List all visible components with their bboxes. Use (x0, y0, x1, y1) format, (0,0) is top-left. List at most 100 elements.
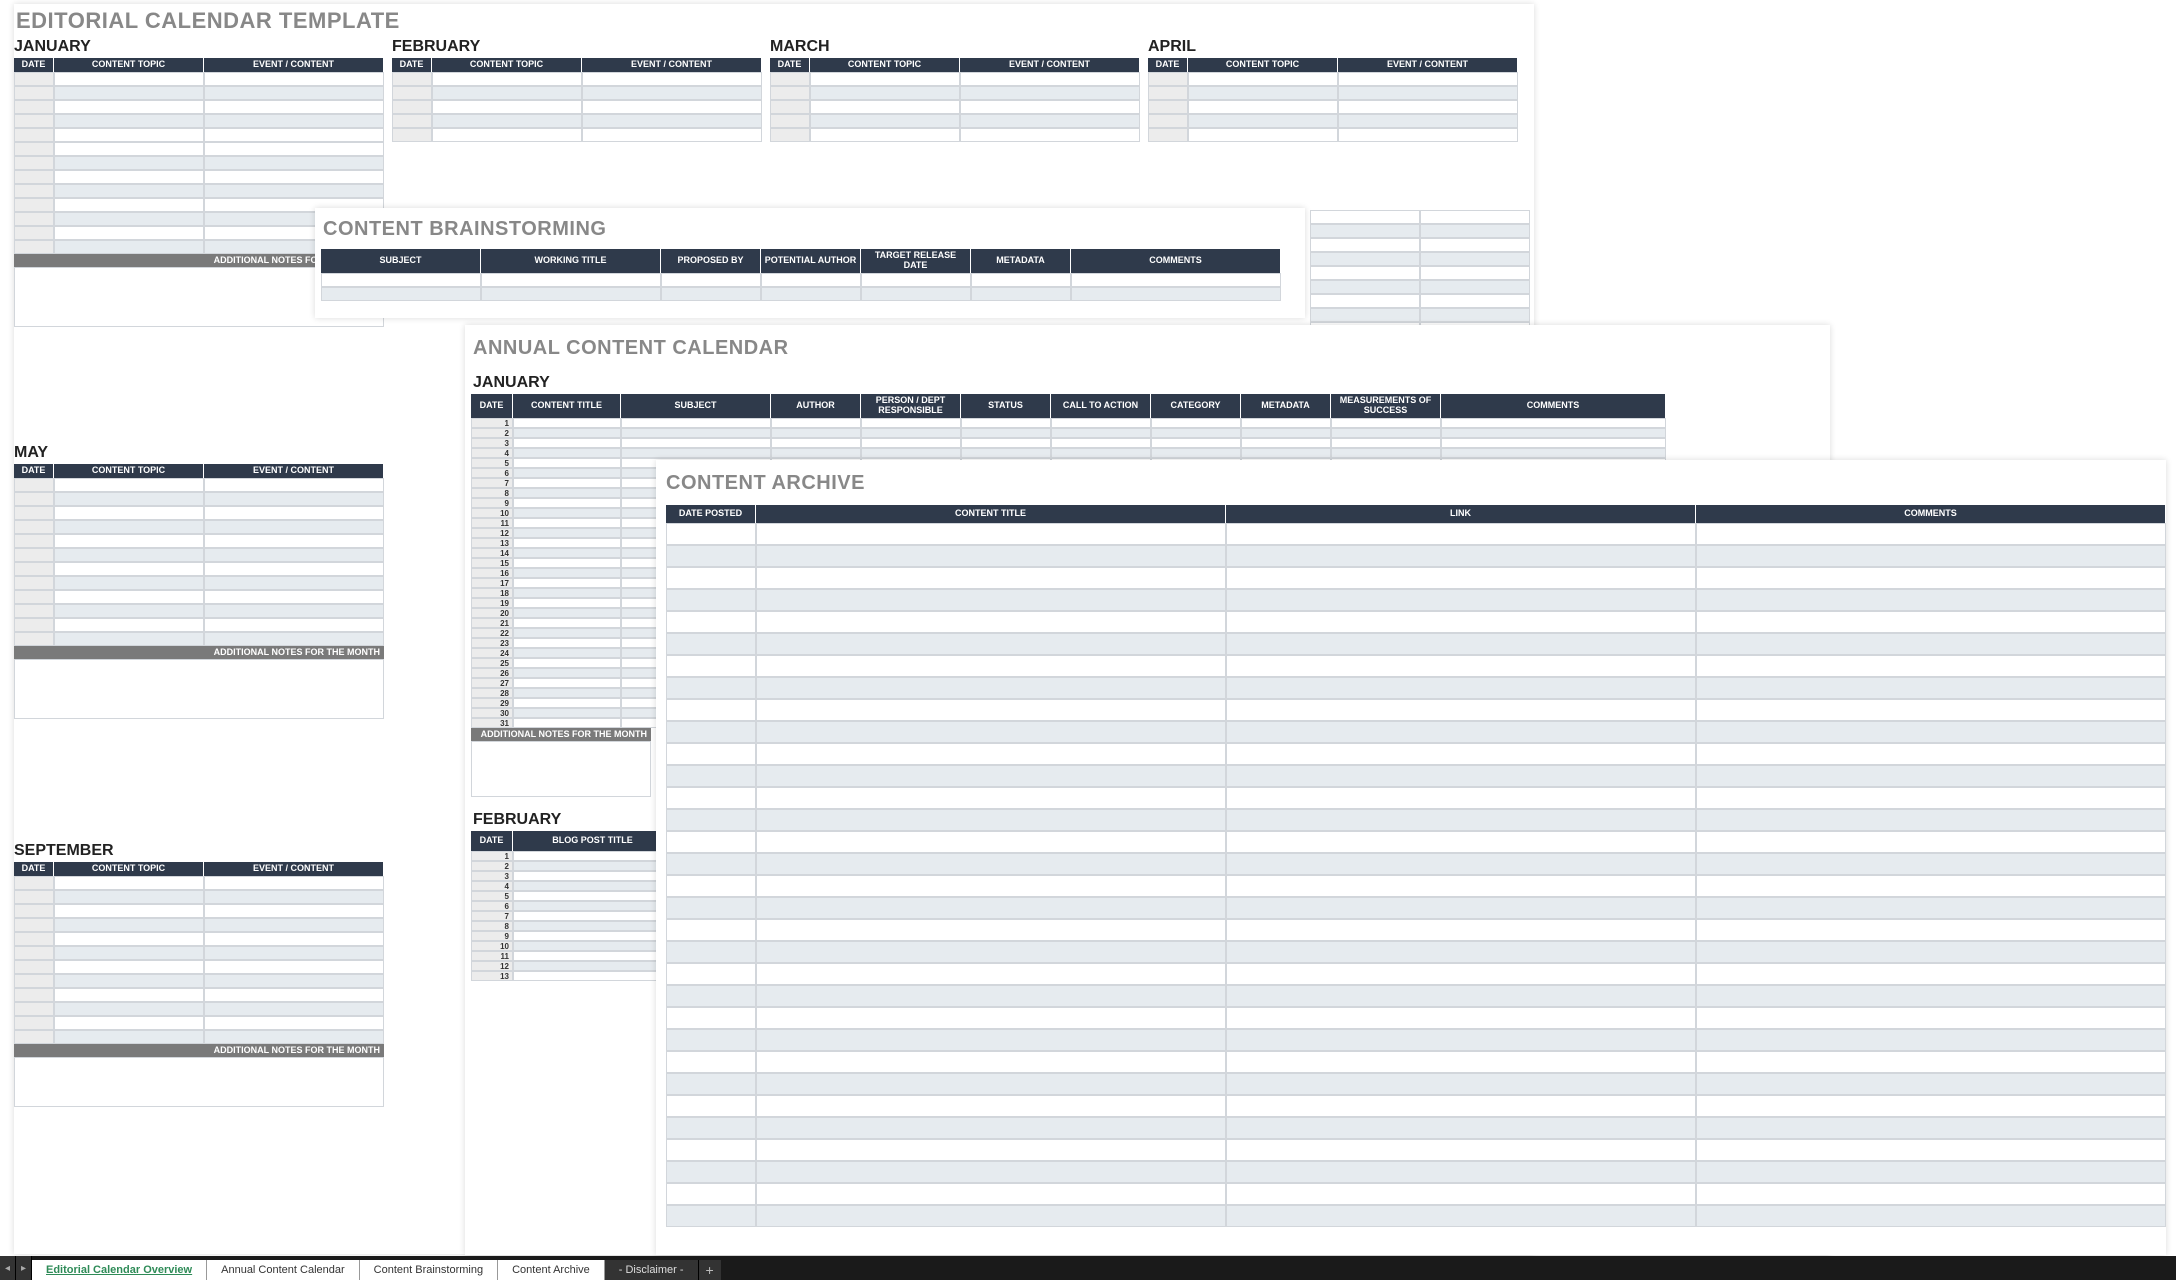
day-number[interactable]: 22 (471, 628, 513, 638)
day-number[interactable]: 30 (471, 708, 513, 718)
table-row[interactable] (14, 1030, 384, 1044)
topic-cell[interactable] (432, 86, 582, 100)
event-cell[interactable] (204, 142, 384, 156)
event-cell[interactable] (204, 520, 384, 534)
date-cell[interactable] (770, 114, 810, 128)
day-number[interactable]: 12 (471, 528, 513, 538)
table-row[interactable]: 2 (471, 428, 1830, 438)
table-row[interactable] (321, 273, 1305, 287)
table-row[interactable] (666, 875, 2166, 897)
date-cell[interactable] (14, 960, 54, 974)
table-row[interactable]: 4 (471, 448, 1830, 458)
topic-cell[interactable] (1188, 86, 1338, 100)
ar-cell[interactable] (666, 655, 756, 677)
topic-cell[interactable] (432, 72, 582, 86)
ar-cell[interactable] (666, 523, 756, 545)
ar-cell[interactable] (666, 765, 756, 787)
event-cell[interactable] (1310, 210, 1420, 224)
table-row[interactable] (14, 632, 384, 646)
day-number[interactable]: 26 (471, 668, 513, 678)
ac-cell[interactable] (513, 881, 673, 891)
ar-cell[interactable] (1226, 985, 1696, 1007)
date-cell[interactable] (14, 212, 54, 226)
ac-cell[interactable] (961, 448, 1051, 458)
topic-cell[interactable] (54, 184, 204, 198)
ac-cell[interactable] (771, 448, 861, 458)
date-cell[interactable] (392, 86, 432, 100)
day-number[interactable]: 19 (471, 598, 513, 608)
topic-cell[interactable] (1188, 72, 1338, 86)
table-row[interactable] (666, 765, 2166, 787)
ar-cell[interactable] (666, 1161, 756, 1183)
tab-add-sheet[interactable]: + (699, 1260, 721, 1280)
topic-cell[interactable] (54, 520, 204, 534)
event-cell[interactable] (204, 1030, 384, 1044)
bs-cell[interactable] (661, 287, 761, 301)
ar-cell[interactable] (756, 1117, 1226, 1139)
topic-cell[interactable] (432, 114, 582, 128)
topic-cell[interactable] (54, 506, 204, 520)
bs-cell[interactable] (481, 273, 661, 287)
topic-cell[interactable] (54, 198, 204, 212)
event-cell[interactable] (960, 128, 1140, 142)
date-cell[interactable] (14, 576, 54, 590)
day-number[interactable]: 8 (471, 921, 513, 931)
date-cell[interactable] (14, 114, 54, 128)
table-row[interactable] (14, 576, 384, 590)
event-cell[interactable] (1310, 224, 1420, 238)
ac-cell[interactable] (961, 438, 1051, 448)
day-number[interactable]: 16 (471, 568, 513, 578)
table-row[interactable] (666, 699, 2166, 721)
event-cell[interactable] (204, 946, 384, 960)
date-cell[interactable] (14, 1016, 54, 1030)
ac-cell[interactable] (513, 951, 673, 961)
table-row[interactable] (1310, 238, 1530, 252)
ar-cell[interactable] (1226, 1095, 1696, 1117)
table-row[interactable] (1148, 114, 1518, 128)
ar-cell[interactable] (1696, 963, 2166, 985)
ac-cell[interactable] (1331, 418, 1441, 428)
ar-cell[interactable] (1696, 1095, 2166, 1117)
ac-cell[interactable] (513, 961, 673, 971)
table-row[interactable] (666, 1139, 2166, 1161)
day-number[interactable]: 23 (471, 638, 513, 648)
topic-cell[interactable] (54, 932, 204, 946)
date-cell[interactable] (14, 226, 54, 240)
event-cell[interactable] (960, 100, 1140, 114)
ar-cell[interactable] (1696, 523, 2166, 545)
day-number[interactable]: 5 (471, 458, 513, 468)
ar-cell[interactable] (1696, 611, 2166, 633)
tab-nav-prev[interactable]: ◂ (0, 1256, 16, 1280)
table-row[interactable] (1310, 252, 1530, 266)
day-number[interactable]: 3 (471, 438, 513, 448)
ar-cell[interactable] (756, 611, 1226, 633)
table-row[interactable] (1310, 266, 1530, 280)
ac-cell[interactable] (1241, 438, 1331, 448)
ac-cell[interactable] (861, 428, 961, 438)
date-cell[interactable] (1148, 114, 1188, 128)
ac-cell[interactable] (771, 428, 861, 438)
table-row[interactable] (666, 831, 2166, 853)
table-row[interactable] (14, 100, 384, 114)
table-row[interactable] (770, 100, 1140, 114)
table-row[interactable] (666, 919, 2166, 941)
ar-cell[interactable] (1696, 633, 2166, 655)
ar-cell[interactable] (666, 633, 756, 655)
event-cell[interactable] (204, 156, 384, 170)
ar-cell[interactable] (1696, 677, 2166, 699)
bs-cell[interactable] (761, 287, 861, 301)
ar-cell[interactable] (1696, 567, 2166, 589)
ac-cell[interactable] (513, 891, 673, 901)
ar-cell[interactable] (756, 1029, 1226, 1051)
notes-body[interactable] (14, 659, 384, 719)
topic-cell[interactable] (1188, 128, 1338, 142)
topic-cell[interactable] (1188, 114, 1338, 128)
event-cell[interactable] (582, 86, 762, 100)
event-cell[interactable] (204, 1002, 384, 1016)
ar-cell[interactable] (1696, 721, 2166, 743)
event-cell[interactable] (204, 534, 384, 548)
ac-cell[interactable] (1441, 438, 1666, 448)
topic-cell[interactable] (54, 534, 204, 548)
day-number[interactable]: 4 (471, 448, 513, 458)
bs-cell[interactable] (1071, 273, 1281, 287)
